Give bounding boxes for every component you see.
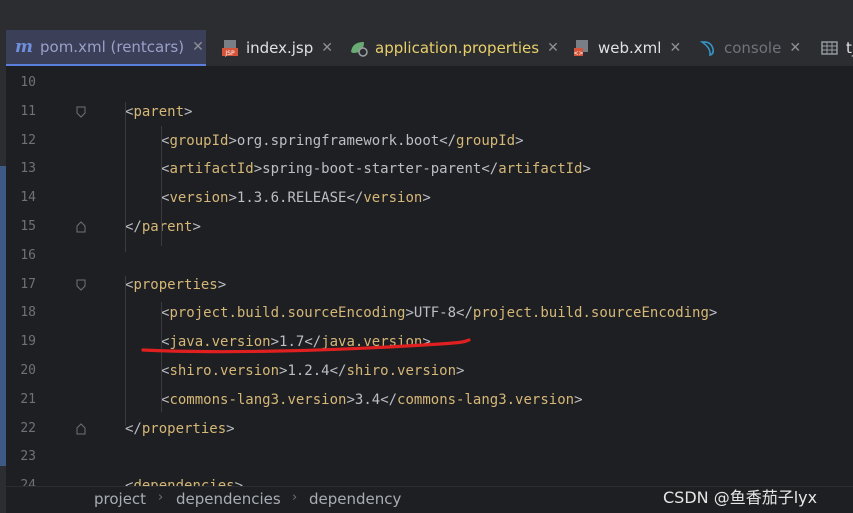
tab-2[interactable]: JSP index.jsp ✕ — [213, 30, 333, 66]
close-icon[interactable]: ✕ — [547, 40, 559, 56]
close-icon[interactable]: ✕ — [789, 40, 801, 56]
web-xml-icon: <> — [572, 38, 592, 58]
maven-icon: m — [15, 37, 33, 57]
tab-label: web.xml — [598, 39, 662, 57]
close-icon[interactable]: ✕ — [669, 40, 681, 56]
close-icon[interactable]: ✕ — [192, 39, 204, 55]
watermark: CSDN @鱼香茄子lyx — [663, 488, 818, 507]
tab-1[interactable]: m pom.xml (rentcars) ✕ — [6, 30, 206, 66]
sql-console-icon — [698, 38, 718, 58]
tab-3[interactable]: application.properties ✕ — [341, 30, 559, 66]
breadcrumb-item[interactable]: project — [94, 490, 146, 508]
jsp-file-icon: JSP — [221, 38, 240, 58]
close-icon[interactable]: ✕ — [321, 40, 333, 56]
table-icon — [820, 38, 840, 58]
tab-label: t_ — [846, 39, 853, 57]
tab-4[interactable]: <> web.xml ✕ — [564, 30, 682, 66]
red-underline-annotation — [141, 338, 471, 354]
breadcrumb-item[interactable]: dependency — [309, 490, 401, 508]
chevron-right-icon: › — [292, 490, 298, 505]
tab-6[interactable]: t_ — [812, 30, 853, 66]
svg-text:JSP: JSP — [225, 50, 236, 57]
spring-properties-icon — [349, 38, 369, 58]
tab-5[interactable]: console ✕ — [690, 30, 805, 66]
chevron-right-icon: › — [158, 490, 164, 505]
tab-label: index.jsp — [245, 39, 314, 57]
tab-label: pom.xml (rentcars) — [40, 38, 185, 56]
tab-label: application.properties — [375, 39, 540, 57]
svg-text:<>: <> — [573, 50, 583, 57]
code-editor[interactable]: 10 11 12 13 14 15 16 17 18 19 20 21 22 23 24 <parent> <… — [6, 66, 853, 486]
breadcrumb-item[interactable]: dependencies — [176, 490, 281, 508]
tab-label: console — [724, 39, 782, 57]
editor-tab-bar: m pom.xml (rentcars) ✕ JSP index.jsp ✕ applica… — [0, 0, 853, 67]
